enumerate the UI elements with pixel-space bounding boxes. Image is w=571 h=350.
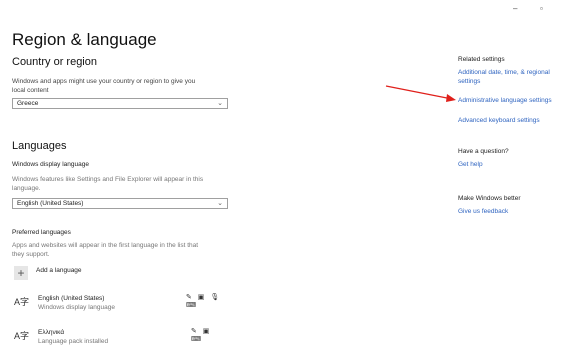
plus-icon: + [14,266,28,280]
country-description-line1: Windows and apps might use your country … [12,78,196,85]
preferred-languages-desc-line1: Apps and websites will appear in the fir… [12,242,199,249]
language-feature-icons: ✎ ▣ 🎙 ⌨ [186,294,222,309]
language-glyph-icon: A字 [14,331,30,341]
language-item-greek[interactable]: A字 Ελληνικά Language pack installed ✎ ▣ … [14,326,224,348]
language-item-subtitle: Windows display language [38,304,115,311]
restore-button[interactable]: ▫ [540,4,543,13]
language-item-subtitle: Language pack installed [38,338,109,345]
add-language-label: Add a language [36,266,82,274]
minimize-button[interactable]: – [513,4,517,13]
country-heading: Country or region [12,56,97,68]
country-description-line2: local content [12,87,49,94]
page-title: Region & language [12,30,157,49]
get-help-link[interactable]: Get help [458,160,483,169]
preferred-languages-label: Preferred languages [12,229,71,236]
languages-heading: Languages [12,140,67,152]
display-language-desc-line1: Windows features like Settings and File … [12,176,204,183]
display-language-label: Windows display language [12,161,89,168]
country-select-value: Greece [17,100,39,107]
add-language-button[interactable]: + Add a language [14,266,82,280]
related-settings-heading: Related settings [458,56,505,63]
additional-date-time-link-line1: Additional date, time, & regional [458,69,550,76]
preferred-languages-desc-line2: they support. [12,251,50,258]
language-feature-icons: ✎ ▣ ⌨ [191,328,212,343]
chevron-down-icon: ⌄ [217,200,223,207]
language-glyph-icon: A字 [14,297,30,307]
country-select[interactable]: Greece ⌄ [12,98,228,109]
additional-date-time-link-line2: settings [458,78,481,85]
make-windows-better-heading: Make Windows better [458,195,521,202]
annotation-arrow-icon [385,85,456,102]
language-item-english[interactable]: A字 English (United States) Windows displ… [14,292,224,314]
have-a-question-heading: Have a question? [458,148,509,155]
language-item-name: Ελληνικά [38,329,65,336]
chevron-down-icon: ⌄ [217,100,223,107]
language-item-name: English (United States) [38,295,105,302]
administrative-language-settings-link[interactable]: Administrative language settings [458,96,552,105]
display-language-select[interactable]: English (United States) ⌄ [12,198,228,209]
display-language-select-value: English (United States) [17,200,84,207]
advanced-keyboard-settings-link[interactable]: Advanced keyboard settings [458,116,540,125]
give-feedback-link[interactable]: Give us feedback [458,207,508,216]
additional-date-time-link[interactable]: Additional date, time, & regional settin… [458,68,550,86]
display-language-desc-line2: language. [12,185,41,192]
